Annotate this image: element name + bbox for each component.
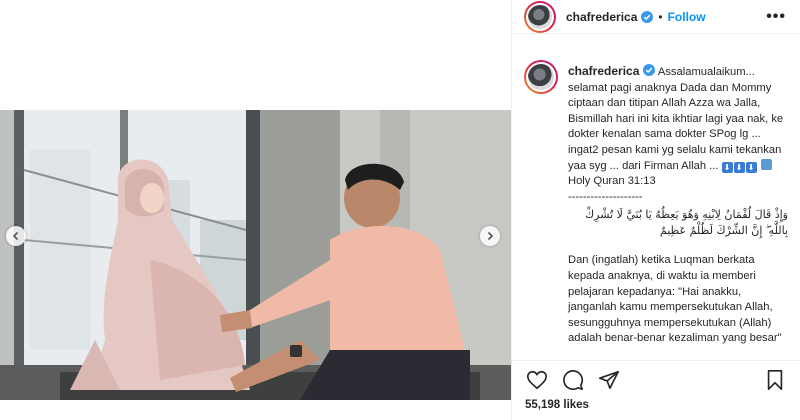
carousel-next-button[interactable] [480, 226, 500, 246]
carousel-prev-button[interactable] [6, 226, 26, 246]
chevron-left-icon [12, 231, 19, 241]
paper-plane-icon [599, 370, 619, 389]
author-username[interactable]: chafrederica [566, 10, 637, 24]
likes-count[interactable]: 55,198 likes [525, 399, 589, 411]
header-separator: • [658, 9, 663, 24]
down-arrow-emoji-icon: ⬇ [721, 161, 733, 173]
chevron-right-icon [487, 231, 494, 241]
like-button[interactable] [524, 367, 550, 393]
media-pane [0, 0, 511, 420]
quran-reference: Holy Quran 31:13 [568, 175, 656, 188]
caption-avatar[interactable] [524, 60, 558, 94]
comments-area[interactable]: chafrederica Assalamualaikum... selamat … [512, 50, 800, 360]
action-bar [512, 360, 800, 398]
comment-bubble-icon [563, 369, 584, 390]
post-photo[interactable] [0, 110, 511, 400]
save-button[interactable] [762, 367, 788, 393]
down-arrow-emoji-icon: ⬇ [733, 161, 745, 173]
heart-icon [527, 370, 547, 389]
verified-badge-icon [643, 64, 656, 76]
caption-username[interactable]: chafrederica [568, 64, 639, 78]
verse-translation: Dan (ingatlah) ketika Luqman berkata kep… [568, 254, 782, 345]
caption-main-text: Assalamualaikum... selamat pagi anaknya … [568, 66, 784, 172]
side-pane: chafrederica • Follow ••• chafrederica A… [511, 0, 800, 420]
more-options-button[interactable]: ••• [766, 8, 786, 24]
down-arrow-emoji-icon: ⬇ [745, 161, 757, 173]
caption-divider: -------------------- [568, 190, 643, 203]
caption-text: chafrederica Assalamualaikum... selamat … [568, 64, 788, 347]
bookmark-icon [767, 369, 783, 390]
photo-illustration [0, 110, 511, 400]
arabic-verse: وَإِذْ قَالَ لُقْمَانُ لِابْنِهِ وَهُوَ … [585, 208, 788, 238]
verified-badge-icon [641, 10, 654, 23]
caption-row: chafrederica Assalamualaikum... selamat … [524, 60, 788, 347]
book-emoji-icon [760, 158, 772, 170]
comment-button[interactable] [560, 367, 586, 393]
author-avatar[interactable] [524, 0, 556, 33]
follow-button[interactable]: Follow [668, 10, 706, 24]
post-header: chafrederica • Follow ••• [512, 0, 800, 34]
share-button[interactable] [596, 367, 622, 393]
